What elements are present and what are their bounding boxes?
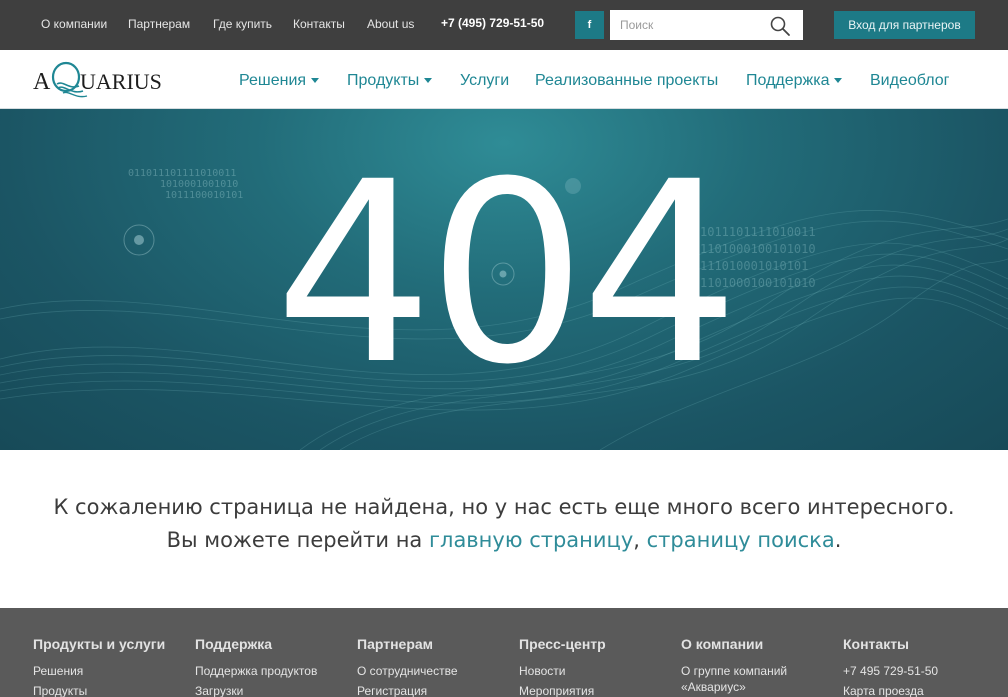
footer-column-contacts: Контакты +7 495 729-51-50 Карта проезда bbox=[843, 636, 998, 697]
footer-column-partners: Партнерам О сотрудничестве Регистрация bbox=[357, 636, 512, 697]
nav-support-label: Поддержка bbox=[746, 72, 830, 89]
top-link-where-to-buy[interactable]: Где купить bbox=[213, 17, 272, 31]
footer-column-support: Поддержка Поддержка продуктов Загрузки bbox=[195, 636, 350, 697]
footer-link[interactable]: Карта проезда bbox=[843, 683, 998, 697]
footer-column-products: Продукты и услуги Решения Продукты bbox=[33, 636, 188, 697]
footer-link[interactable]: Решения bbox=[33, 663, 188, 679]
footer-heading[interactable]: О компании bbox=[681, 636, 811, 652]
footer-heading[interactable]: Поддержка bbox=[195, 636, 350, 652]
redirect-message: Вы можете перейти на главную страницу, с… bbox=[0, 528, 1008, 552]
footer-column-company: О компании О группе компаний «Аквариус» bbox=[681, 636, 811, 695]
caret-down-icon bbox=[834, 78, 843, 83]
nav-projects-label: Реализованные проекты bbox=[535, 72, 719, 89]
search-icon[interactable] bbox=[769, 15, 791, 37]
nav-videoblog[interactable]: Видеоблог bbox=[870, 72, 949, 90]
footer-link[interactable]: +7 495 729-51-50 bbox=[843, 663, 998, 679]
facebook-icon[interactable]: f bbox=[575, 11, 604, 39]
nav-solutions-label: Решения bbox=[239, 72, 307, 89]
aquarius-logo[interactable]: A UARIUS bbox=[33, 60, 168, 100]
home-page-link[interactable]: главную страницу bbox=[429, 528, 633, 552]
footer-heading[interactable]: Пресс-центр bbox=[519, 636, 674, 652]
footer-link[interactable]: О группе компаний «Аквариус» bbox=[681, 663, 811, 695]
nav-services[interactable]: Услуги bbox=[460, 72, 509, 90]
redirect-suffix: . bbox=[834, 528, 842, 552]
caret-down-icon bbox=[424, 78, 433, 83]
nav-products-label: Продукты bbox=[347, 72, 420, 89]
top-link-contacts[interactable]: Контакты bbox=[293, 17, 345, 31]
nav-services-label: Услуги bbox=[460, 72, 510, 89]
top-link-partners[interactable]: Партнерам bbox=[128, 17, 190, 31]
error-code: 404 bbox=[274, 128, 739, 419]
footer-heading[interactable]: Контакты bbox=[843, 636, 998, 652]
footer-heading[interactable]: Продукты и услуги bbox=[33, 636, 188, 652]
footer-link[interactable]: Новости bbox=[519, 663, 674, 679]
top-link-about-us[interactable]: About us bbox=[367, 17, 414, 31]
redirect-prefix: Вы можете перейти на bbox=[166, 528, 429, 552]
top-link-about-company[interactable]: О компании bbox=[41, 17, 107, 31]
footer-link[interactable]: О сотрудничестве bbox=[357, 663, 512, 679]
caret-down-icon bbox=[311, 78, 320, 83]
nav-support[interactable]: Поддержка bbox=[746, 72, 843, 90]
footer-link[interactable]: Продукты bbox=[33, 683, 188, 697]
nav-products[interactable]: Продукты bbox=[347, 72, 433, 90]
footer-link[interactable]: Мероприятия bbox=[519, 683, 674, 697]
phone-number[interactable]: +7 (495) 729-51-50 bbox=[441, 16, 544, 30]
nav-solutions[interactable]: Решения bbox=[239, 72, 320, 90]
search-page-link[interactable]: страницу поиска bbox=[647, 528, 835, 552]
not-found-message: К сожалению страница не найдена, но у на… bbox=[53, 495, 955, 519]
nav-projects[interactable]: Реализованные проекты bbox=[535, 72, 718, 90]
footer-column-press: Пресс-центр Новости Мероприятия bbox=[519, 636, 674, 697]
svg-text:A: A bbox=[33, 69, 51, 95]
search-input[interactable] bbox=[610, 10, 770, 40]
footer-link[interactable]: Загрузки bbox=[195, 683, 350, 697]
facebook-icon-glyph: f bbox=[587, 19, 592, 31]
footer-link[interactable]: Поддержка продуктов bbox=[195, 663, 350, 679]
footer-heading[interactable]: Партнерам bbox=[357, 636, 512, 652]
footer-link[interactable]: Регистрация bbox=[357, 683, 512, 697]
redirect-separator: , bbox=[633, 528, 647, 552]
nav-videoblog-label: Видеоблог bbox=[870, 72, 950, 89]
partner-login-button[interactable]: Вход для партнеров bbox=[834, 11, 975, 39]
hero-banner: 011011101111010011 1010001001010 1011100… bbox=[0, 109, 1008, 450]
svg-text:UARIUS: UARIUS bbox=[80, 69, 162, 94]
